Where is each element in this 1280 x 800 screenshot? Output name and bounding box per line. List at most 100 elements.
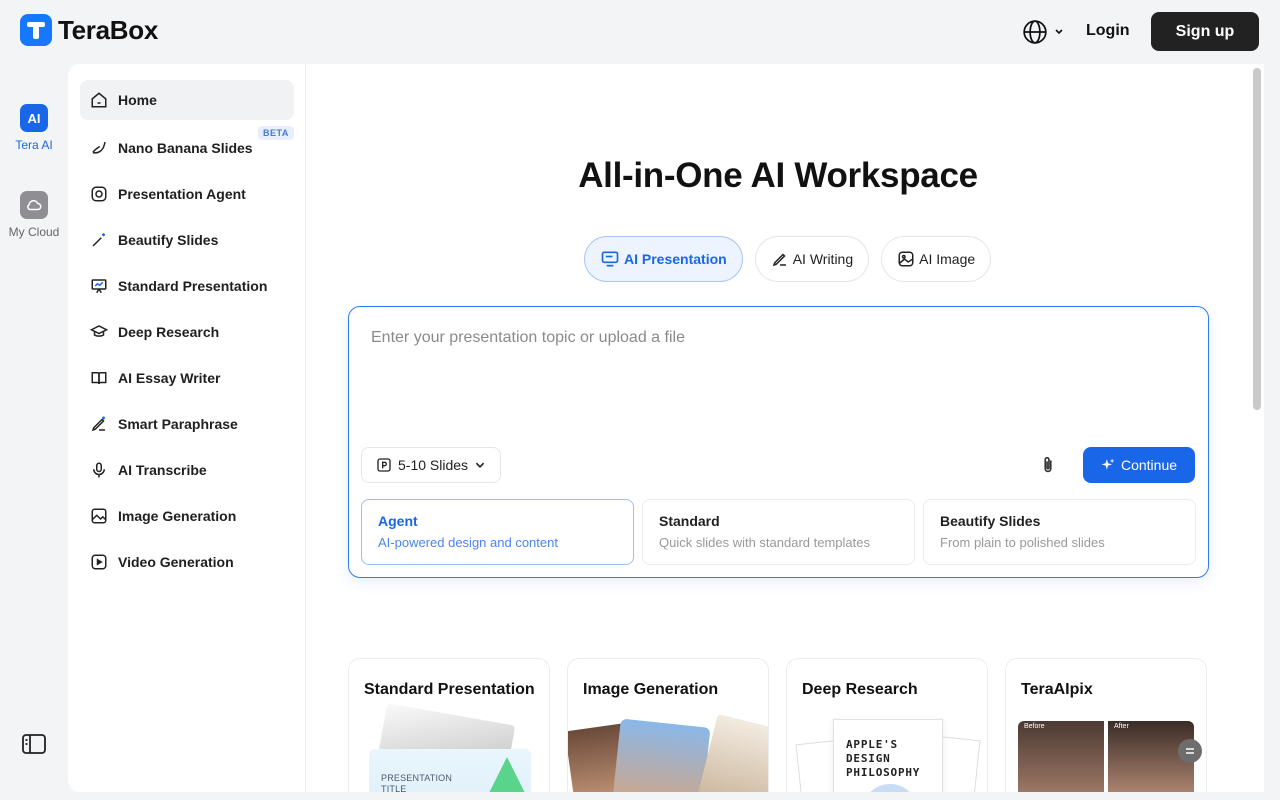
sidebar-item-home[interactable]: Home (80, 80, 294, 120)
paperclip-icon (1044, 456, 1052, 473)
tab-ai-image[interactable]: AI Image (881, 236, 992, 282)
compare-toggle-icon (1178, 739, 1202, 763)
continue-label: Continue (1120, 457, 1178, 473)
presentation-thumbnail: PRESENTATION TITLE (369, 749, 531, 792)
portrait-thumbnail (611, 718, 711, 792)
page-title: All-in-One AI Workspace (578, 156, 978, 195)
document-thumbnail-title: APPLE'S DESIGN PHILOSOPHY (846, 738, 921, 779)
tab-ai-presentation[interactable]: AI Presentation (584, 236, 743, 282)
mode-card-beautify-slides[interactable]: Beautify Slides From plain to polished s… (923, 499, 1196, 565)
feature-card-title: Deep Research (802, 681, 918, 698)
sidebar-item-nano-banana-slides[interactable]: Nano Banana Slides BETA (80, 126, 294, 168)
sidebar-item-label: Video Generation (118, 554, 234, 570)
slides-count-value: 5-10 Slides (398, 457, 469, 473)
signup-button[interactable]: Sign up (1151, 12, 1259, 51)
mode-tabs: AI Presentation AI Writing AI Image (584, 236, 992, 282)
sidebar-item-label: AI Essay Writer (118, 370, 221, 386)
pen-icon (772, 253, 786, 267)
graduation-cap-icon (90, 325, 108, 337)
brand-name: TeraBox (58, 14, 159, 45)
cloud-icon (20, 191, 48, 219)
sidebar-item-smart-paraphrase[interactable]: Smart Paraphrase (80, 404, 294, 444)
terabox-logo-icon (20, 14, 52, 46)
sidebar-item-label: Home (118, 92, 157, 108)
sidebar-item-label: Smart Paraphrase (118, 416, 238, 432)
attach-file-button[interactable] (1037, 453, 1059, 482)
prompt-composer: 5-10 Slides Continue Agent AI-powered de… (348, 306, 1209, 578)
magic-wand-icon (92, 233, 105, 247)
tab-ai-writing[interactable]: AI Writing (754, 236, 870, 282)
sidebar-item-beautify-slides[interactable]: Beautify Slides (80, 220, 294, 260)
agent-icon (91, 186, 107, 202)
rail-item-label: My Cloud (8, 225, 60, 239)
sidebar-item-label: AI Transcribe (118, 462, 207, 478)
pen-sparkle-icon (91, 416, 105, 432)
before-label: Before (1024, 723, 1045, 730)
feature-card-deep-research[interactable]: Deep Research APPLE'S DESIGN PHILOSOPHY (786, 658, 988, 792)
feature-card-title: TeraAIpix (1021, 681, 1093, 698)
top-header: TeraBox Login Sign up (0, 0, 1280, 64)
mode-card-title: Agent (378, 513, 418, 529)
mode-card-desc: Quick slides with standard templates (659, 535, 870, 550)
feature-card-image-generation[interactable]: Image Generation (567, 658, 769, 792)
feature-card-standard-presentation[interactable]: Standard Presentation PRESENTATION TITLE (348, 658, 550, 792)
rail-item-tera-ai[interactable]: AI Tera AI (0, 104, 68, 152)
sidebar-item-ai-transcribe[interactable]: AI Transcribe (80, 450, 294, 490)
mode-card-title: Standard (659, 513, 720, 529)
portrait-thumbnail (696, 713, 768, 792)
mode-card-title: Beautify Slides (940, 513, 1041, 529)
slides-count-select[interactable]: 5-10 Slides (361, 447, 502, 483)
mode-card-desc: From plain to polished slides (940, 535, 1105, 550)
beta-badge: BETA (258, 126, 294, 140)
feature-card-title: Standard Presentation (364, 681, 535, 698)
mode-card-desc: AI-powered design and content (378, 535, 558, 550)
sidebar-item-standard-presentation[interactable]: Standard Presentation (80, 266, 294, 306)
sidebar-toggle-icon (22, 734, 46, 754)
sidebar-item-deep-research[interactable]: Deep Research (80, 312, 294, 352)
main-scrollbar[interactable] (1250, 64, 1264, 792)
banana-icon (92, 141, 106, 154)
sidebar-item-label: Presentation Agent (118, 186, 246, 202)
chevron-down-icon (475, 462, 485, 468)
mode-card-standard[interactable]: Standard Quick slides with standard temp… (642, 499, 915, 565)
login-link[interactable]: Login (1086, 22, 1130, 40)
language-selector[interactable] (1022, 19, 1064, 45)
sidebar-menu: Home Nano Banana Slides BETA Presentatio… (68, 64, 306, 792)
rail-item-my-cloud[interactable]: My Cloud (0, 191, 68, 239)
sparkle-icon (1101, 458, 1115, 470)
presentation-thumbnail-title: PRESENTATION TITLE (381, 773, 453, 792)
tab-label: AI Presentation (624, 251, 727, 267)
app-rail: AI Tera AI My Cloud (0, 64, 68, 800)
microphone-icon (93, 462, 105, 478)
presentation-chat-icon (601, 251, 619, 267)
home-icon (91, 92, 107, 108)
sidebar-item-image-generation[interactable]: Image Generation (80, 496, 294, 536)
main-content: All-in-One AI Workspace AI Presentation … (306, 64, 1250, 792)
brand-logo[interactable]: TeraBox (20, 14, 158, 46)
mode-card-agent[interactable]: Agent AI-powered design and content (361, 499, 634, 565)
image-sparkle-icon (898, 251, 914, 267)
sidebar-item-ai-essay-writer[interactable]: AI Essay Writer (80, 358, 294, 398)
tab-label: AI Image (919, 251, 976, 267)
sidebar-item-label: Deep Research (118, 324, 220, 340)
topic-input[interactable] (371, 329, 1186, 347)
sidebar-item-label: Nano Banana Slides (118, 140, 253, 156)
ai-icon: AI (20, 104, 48, 132)
feature-card-teraaipix[interactable]: TeraAIpix Before After (1005, 658, 1207, 792)
feature-card-title: Image Generation (583, 681, 719, 698)
sidebar-item-label: Beautify Slides (118, 232, 219, 248)
video-icon (91, 554, 107, 570)
rail-item-label: Tera AI (15, 138, 53, 152)
scrollbar-thumb[interactable] (1253, 68, 1261, 410)
sidebar-item-presentation-agent[interactable]: Presentation Agent (80, 174, 294, 214)
image-icon (91, 508, 107, 524)
presentation-icon (91, 279, 107, 294)
sidebar-item-label: Image Generation (118, 508, 237, 524)
document-thumbnail: APPLE'S DESIGN PHILOSOPHY (833, 719, 943, 792)
slides-p-icon (377, 458, 391, 472)
sidebar-toggle-button[interactable] (22, 734, 46, 759)
continue-button[interactable]: Continue (1083, 447, 1195, 483)
chevron-down-icon (1055, 29, 1063, 35)
sidebar-item-video-generation[interactable]: Video Generation (80, 542, 294, 582)
sidebar-item-label: Standard Presentation (118, 278, 268, 294)
